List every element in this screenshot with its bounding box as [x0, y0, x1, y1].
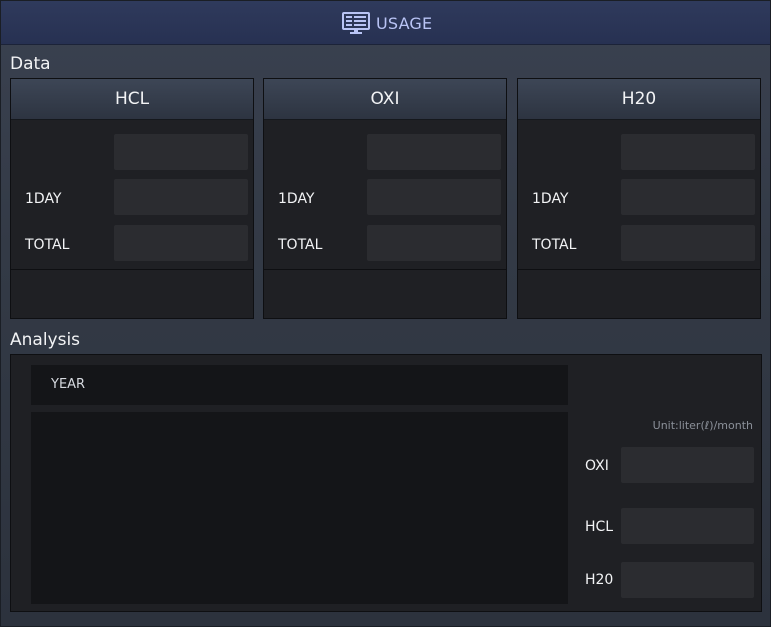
hcl-analysis-field[interactable]	[621, 508, 754, 544]
analysis-panel: YEAR Unit:liter(ℓ)/month OXI HCL H20	[10, 354, 762, 612]
h20-analysis-field[interactable]	[621, 562, 754, 598]
panel-title: H20	[518, 79, 760, 120]
oxi-current-field[interactable]	[367, 134, 501, 170]
usage-window: USAGE Data HCL 1DAY TOTAL OXI 1DAY TOTAL…	[0, 0, 771, 627]
panel-title: OXI	[264, 79, 506, 120]
panel-title: HCL	[11, 79, 253, 120]
h20-panel: H20 1DAY TOTAL	[517, 78, 761, 319]
oxi-label: OXI	[585, 458, 609, 474]
row-label: 1DAY	[25, 191, 62, 207]
hcl-current-field[interactable]	[114, 134, 248, 170]
divider	[11, 269, 253, 270]
oxi-analysis-field[interactable]	[621, 447, 754, 483]
h20-current-field[interactable]	[621, 134, 755, 170]
hcl-label: HCL	[585, 519, 614, 535]
year-selector[interactable]: YEAR	[31, 365, 568, 405]
unit-label: Unit:liter(ℓ)/month	[652, 419, 753, 432]
row-label: 1DAY	[532, 191, 569, 207]
window-title: USAGE	[342, 12, 432, 34]
hcl-1day-field[interactable]	[114, 179, 248, 215]
analysis-section-label: Analysis	[10, 330, 81, 350]
hcl-panel: HCL 1DAY TOTAL	[10, 78, 254, 319]
window-title-text: USAGE	[376, 13, 433, 33]
oxi-total-field[interactable]	[367, 225, 501, 261]
monitor-icon	[342, 12, 370, 34]
title-bar: USAGE	[1, 1, 770, 45]
year-label: YEAR	[51, 377, 86, 392]
h20-1day-field[interactable]	[621, 179, 755, 215]
oxi-panel: OXI 1DAY TOTAL	[263, 78, 507, 319]
h20-label: H20	[585, 572, 614, 588]
data-section-label: Data	[10, 54, 51, 74]
row-label: TOTAL	[25, 237, 70, 253]
divider	[264, 269, 506, 270]
row-label: TOTAL	[532, 237, 577, 253]
divider	[518, 269, 760, 270]
analysis-graph-area	[31, 412, 568, 604]
hcl-total-field[interactable]	[114, 225, 248, 261]
row-label: 1DAY	[278, 191, 315, 207]
oxi-1day-field[interactable]	[367, 179, 501, 215]
h20-total-field[interactable]	[621, 225, 755, 261]
row-label: TOTAL	[278, 237, 323, 253]
